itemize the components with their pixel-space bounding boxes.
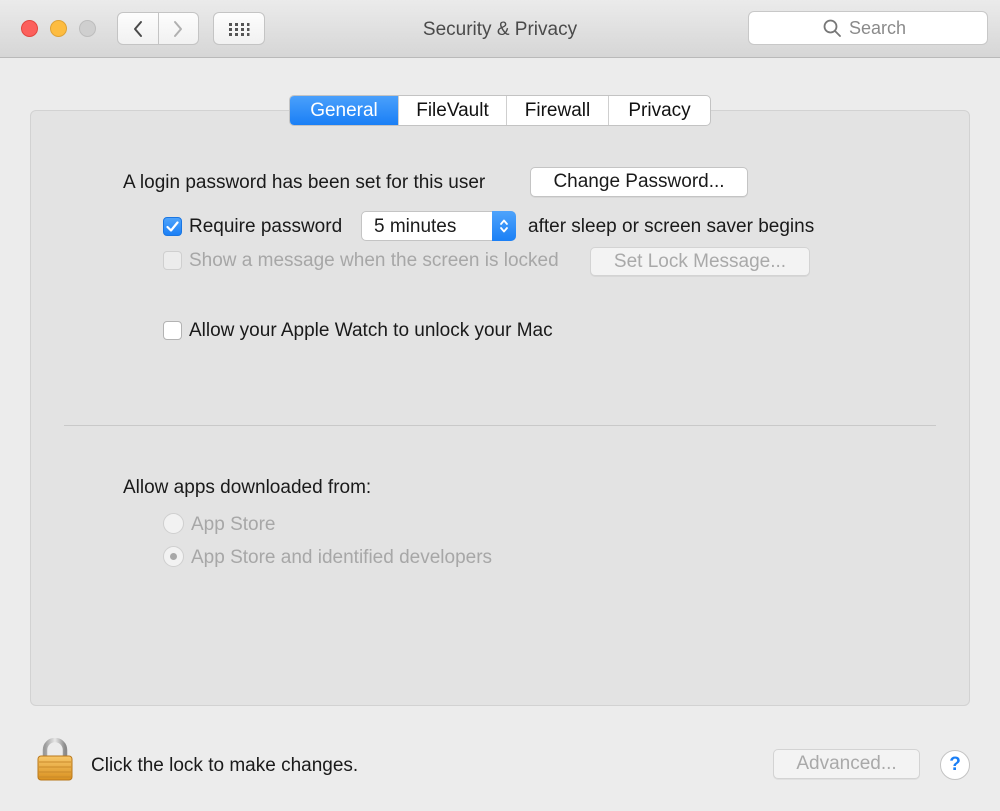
checkmark-icon [166,221,179,232]
after-sleep-text: after sleep or screen saver begins [528,216,815,237]
apple-watch-label: Allow your Apple Watch to unlock your Ma… [189,320,553,341]
section-divider [64,425,936,426]
identified-developers-radio[interactable] [163,546,184,567]
tab-firewall[interactable]: Firewall [506,96,608,125]
help-button[interactable]: ? [940,750,970,780]
search-input[interactable] [849,17,913,39]
require-password-delay-value: 5 minutes [374,216,457,237]
tab-general[interactable]: General [290,96,398,125]
show-message-label: Show a message when the screen is locked [189,250,559,271]
identified-developers-label: App Store and identified developers [191,547,493,568]
tab-privacy[interactable]: Privacy [608,96,710,125]
change-password-button[interactable]: Change Password... [530,167,748,197]
tab-filevault[interactable]: FileVault [398,96,506,125]
allow-apps-heading: Allow apps downloaded from: [123,477,372,498]
title-bar: Security & Privacy [0,0,1000,58]
app-store-radio[interactable] [163,513,184,534]
apple-watch-checkbox[interactable] [163,321,182,340]
lock-button[interactable] [36,737,74,787]
padlock-icon [37,737,73,781]
advanced-button[interactable]: Advanced... [773,749,920,779]
require-password-checkbox[interactable] [163,217,182,236]
select-stepper [492,211,516,241]
tab-content-panel [30,110,970,706]
require-password-delay-select[interactable]: 5 minutes [361,211,516,241]
set-lock-message-button[interactable]: Set Lock Message... [590,247,810,276]
radio-selected-dot [170,553,177,560]
show-message-checkbox[interactable] [163,251,182,270]
up-down-chevron-icon [500,219,508,233]
search-field[interactable] [748,11,988,45]
login-password-text: A login password has been set for this u… [123,172,486,193]
tab-bar: General FileVault Firewall Privacy [289,95,711,126]
app-store-label: App Store [191,514,276,535]
search-icon [823,19,841,37]
security-privacy-window: Security & Privacy General FileVault Fir… [0,0,1000,811]
lock-status-text: Click the lock to make changes. [91,755,359,776]
require-password-label: Require password [189,216,343,237]
